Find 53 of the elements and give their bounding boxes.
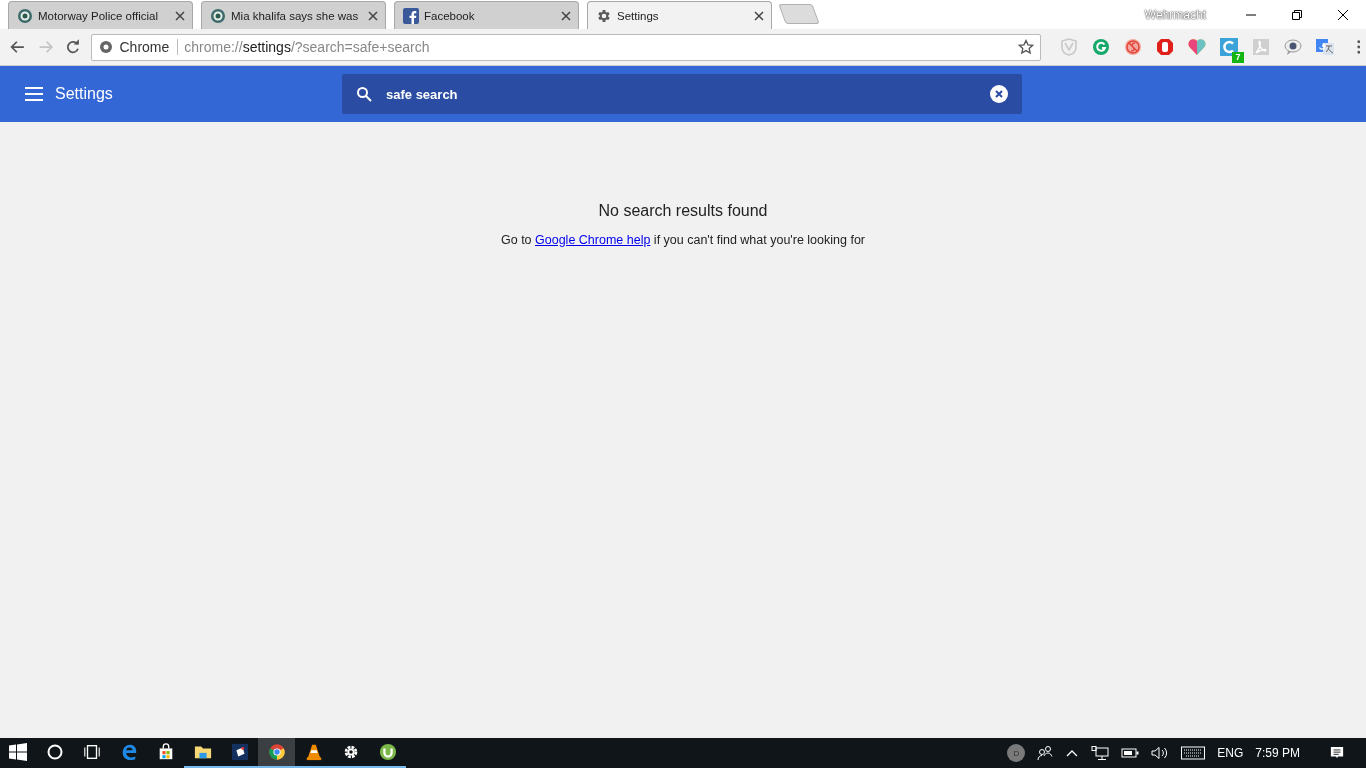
help-text: Go to Google Chrome help if you can't find what you're looking for bbox=[501, 233, 865, 247]
star-icon[interactable] bbox=[1017, 39, 1034, 55]
language-indicator[interactable]: ENG bbox=[1217, 746, 1244, 760]
close-icon[interactable] bbox=[1337, 8, 1349, 21]
no-results-heading: No search results found bbox=[598, 202, 768, 220]
note-icon bbox=[230, 743, 249, 761]
count-badge: 7 bbox=[1232, 52, 1244, 63]
windows-icon[interactable] bbox=[9, 743, 27, 761]
search-circle-icon[interactable] bbox=[45, 743, 64, 761]
chrome-icon bbox=[97, 39, 114, 55]
profile-name[interactable]: Wehrmacht bbox=[1144, 7, 1206, 22]
people-icon[interactable] bbox=[1037, 746, 1054, 760]
stamp-icon[interactable] bbox=[1122, 37, 1143, 57]
close-icon[interactable] bbox=[560, 9, 572, 22]
page-title: Settings bbox=[55, 85, 114, 103]
browser-tab[interactable]: Motorway Police official bbox=[8, 1, 193, 29]
menu-icon[interactable] bbox=[25, 87, 43, 101]
traffic-cone-icon bbox=[304, 743, 323, 761]
search-input[interactable]: safe search bbox=[386, 86, 976, 102]
heart-icon[interactable] bbox=[1186, 37, 1207, 57]
task-view-icon[interactable] bbox=[82, 743, 101, 761]
gear-icon bbox=[596, 7, 612, 24]
clear-icon[interactable] bbox=[990, 85, 1008, 103]
browser-tab[interactable]: Facebook bbox=[394, 1, 579, 29]
clock-time[interactable]: 7:59 PM bbox=[1255, 746, 1300, 760]
menu-icon[interactable] bbox=[1356, 39, 1360, 55]
torrent-icon bbox=[378, 743, 397, 761]
address-bar[interactable]: Chrome chrome://settings/?search=safe+search bbox=[90, 33, 1041, 61]
notification-icon[interactable] bbox=[1330, 746, 1344, 760]
emblem-icon bbox=[210, 7, 226, 24]
restore-icon[interactable] bbox=[1291, 8, 1303, 21]
search-icon bbox=[356, 86, 372, 102]
network-icon[interactable] bbox=[1091, 746, 1110, 760]
keyboard-icon[interactable] bbox=[1181, 746, 1206, 760]
speaker-icon[interactable] bbox=[1151, 746, 1170, 760]
close-icon[interactable] bbox=[367, 9, 379, 22]
facebook-icon bbox=[403, 7, 419, 24]
browser-tab[interactable]: Mia khalifa says she was bbox=[201, 1, 386, 29]
close-icon[interactable] bbox=[753, 9, 765, 22]
grammar-icon[interactable] bbox=[1090, 37, 1111, 57]
search-field[interactable]: safe search bbox=[342, 74, 1022, 114]
chrome-icon bbox=[267, 743, 286, 761]
speech-bubble-icon[interactable] bbox=[1282, 37, 1303, 57]
security-chip: Chrome bbox=[119, 39, 179, 55]
hand-icon[interactable] bbox=[1154, 37, 1175, 57]
taskbar-app[interactable] bbox=[258, 738, 295, 768]
close-icon[interactable] bbox=[174, 9, 186, 22]
url-text: chrome://settings/?search=safe+search bbox=[184, 39, 431, 55]
emblem-icon bbox=[17, 7, 33, 24]
translate-icon[interactable] bbox=[1314, 37, 1335, 57]
browser-tab[interactable]: Settings bbox=[587, 1, 772, 29]
help-link[interactable]: Google Chrome help bbox=[535, 233, 651, 247]
battery-icon[interactable] bbox=[1121, 746, 1140, 760]
